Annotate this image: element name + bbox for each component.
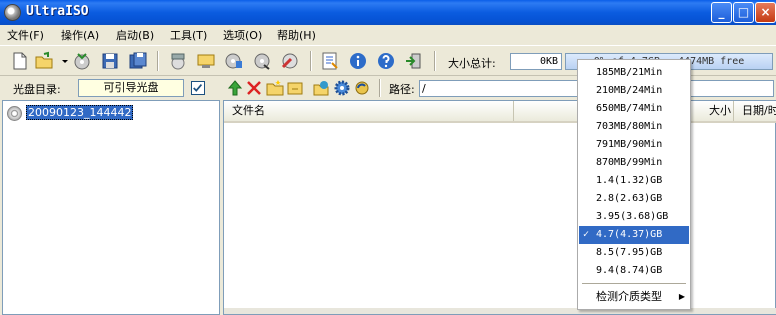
rename-icon[interactable] — [286, 79, 304, 97]
boot-settings-button[interactable] — [191, 81, 205, 95]
new-folder-icon[interactable] — [266, 79, 284, 97]
capacity-option[interactable]: 185MB/21Min — [579, 64, 689, 82]
compress-icon[interactable] — [224, 51, 244, 71]
menu-actions[interactable]: 操作(A) — [61, 27, 99, 43]
capacity-option[interactable]: ✓ 4.7(4.37)GB — [579, 226, 689, 244]
column-header-name[interactable]: 文件名 — [224, 101, 514, 121]
capacity-option[interactable]: 8.5(7.95)GB — [579, 244, 689, 262]
properties-icon[interactable] — [320, 51, 340, 71]
save-icon[interactable] — [100, 51, 120, 71]
delete-icon[interactable] — [245, 79, 263, 97]
capacity-option-label: 650MB/74Min — [596, 103, 663, 114]
disc-directory-label: 光盘目录: — [13, 83, 61, 96]
settings-gear-icon[interactable] — [333, 79, 351, 97]
file-list-panel[interactable]: 文件名 大小 日期/时 — [223, 100, 776, 315]
capacity-option-label: 4.7(4.37)GB — [596, 229, 663, 240]
capacity-option-label: 9.4(8.74)GB — [596, 265, 663, 276]
boot-type-field[interactable]: 可引导光盘 — [78, 79, 184, 97]
capacity-option-label: 8.5(7.95)GB — [596, 247, 663, 258]
toolbar-separator — [379, 79, 381, 97]
capacity-option[interactable]: 791MB/90Min — [579, 136, 689, 154]
maximize-button[interactable]: □ — [733, 2, 754, 23]
capacity-option-label: 870MB/99Min — [596, 157, 663, 168]
menu-options[interactable]: 选项(O) — [223, 27, 262, 43]
capacity-option-label: 791MB/90Min — [596, 139, 663, 150]
total-size-value: 0KB — [510, 53, 562, 70]
check-icon: ✓ — [583, 229, 590, 240]
capacity-option[interactable]: 650MB/74Min — [579, 100, 689, 118]
window-title: UltraISO — [26, 4, 89, 19]
exit-icon[interactable] — [404, 51, 424, 71]
capacity-option-label: 2.8(2.63)GB — [596, 193, 663, 204]
burn-cd-icon[interactable] — [168, 51, 188, 71]
add-files-icon[interactable] — [312, 79, 330, 97]
horizontal-scrollbar[interactable] — [224, 308, 776, 314]
save-as-icon[interactable] — [128, 51, 148, 71]
menu-tools[interactable]: 工具(T) — [170, 27, 207, 43]
title-bar[interactable]: UltraISO _ □ × — [0, 0, 776, 25]
path-label: 路径: — [389, 83, 415, 96]
disc-tree-panel[interactable]: 20090123_144442 — [2, 100, 220, 315]
new-file-icon[interactable] — [10, 51, 30, 71]
go-up-icon[interactable] — [226, 79, 244, 97]
capacity-option[interactable]: 870MB/99Min — [579, 154, 689, 172]
mount-icon[interactable] — [252, 51, 272, 71]
virtual-drive-icon[interactable] — [196, 51, 216, 71]
menu-bootable[interactable]: 启动(B) — [116, 27, 154, 43]
open-folder-icon[interactable] — [34, 51, 54, 71]
capacity-option-label: 1.4(1.32)GB — [596, 175, 663, 186]
capacity-option[interactable]: 1.4(1.32)GB — [579, 172, 689, 190]
submenu-arrow-icon: ▶ — [678, 292, 685, 301]
capacity-option-label: 210MB/24Min — [596, 85, 663, 96]
chevron-down-icon[interactable] — [55, 51, 68, 71]
help-icon[interactable] — [376, 51, 396, 71]
detect-media-type-label: 检测介质类型 — [596, 290, 662, 303]
minimize-button[interactable]: _ — [711, 2, 732, 23]
app-disc-icon — [4, 4, 21, 21]
info-icon[interactable] — [348, 51, 368, 71]
capacity-option-label: 703MB/80Min — [596, 121, 663, 132]
capacity-option[interactable]: 9.4(8.74)GB — [579, 262, 689, 280]
tree-root-label[interactable]: 20090123_144442 — [26, 105, 134, 120]
file-list-header: 文件名 大小 日期/时 — [224, 101, 776, 123]
capacity-option-label: 3.95(3.68)GB — [596, 211, 669, 222]
extract-disc-icon[interactable] — [72, 51, 92, 71]
menu-separator — [582, 283, 686, 284]
toolbar-separator — [157, 51, 159, 71]
capacity-menu: 185MB/21Min 210MB/24Min 650MB/74Min 703MB/8… — [577, 59, 691, 310]
cd-disc-icon — [7, 106, 22, 121]
convert-icon[interactable] — [280, 51, 300, 71]
capacity-option[interactable]: 703MB/80Min — [579, 118, 689, 136]
capacity-option-label: 185MB/21Min — [596, 67, 663, 78]
menu-help[interactable]: 帮助(H) — [277, 27, 316, 43]
total-size-label: 大小总计: — [448, 57, 496, 70]
close-button[interactable]: × — [755, 2, 776, 23]
capacity-option[interactable]: 3.95(3.68)GB — [579, 208, 689, 226]
detect-media-type-item[interactable]: 检测介质类型 ▶ — [579, 288, 689, 306]
menu-bar: 文件(F) 操作(A) 启动(B) 工具(T) 选项(O) 帮助(H) — [0, 25, 776, 44]
refresh-icon[interactable] — [353, 79, 371, 97]
capacity-option[interactable]: 210MB/24Min — [579, 82, 689, 100]
column-header-date[interactable]: 日期/时 — [734, 101, 776, 121]
menu-file[interactable]: 文件(F) — [7, 27, 44, 43]
toolbar-separator — [434, 51, 436, 71]
toolbar-separator — [310, 51, 312, 71]
capacity-option[interactable]: 2.8(2.63)GB — [579, 190, 689, 208]
